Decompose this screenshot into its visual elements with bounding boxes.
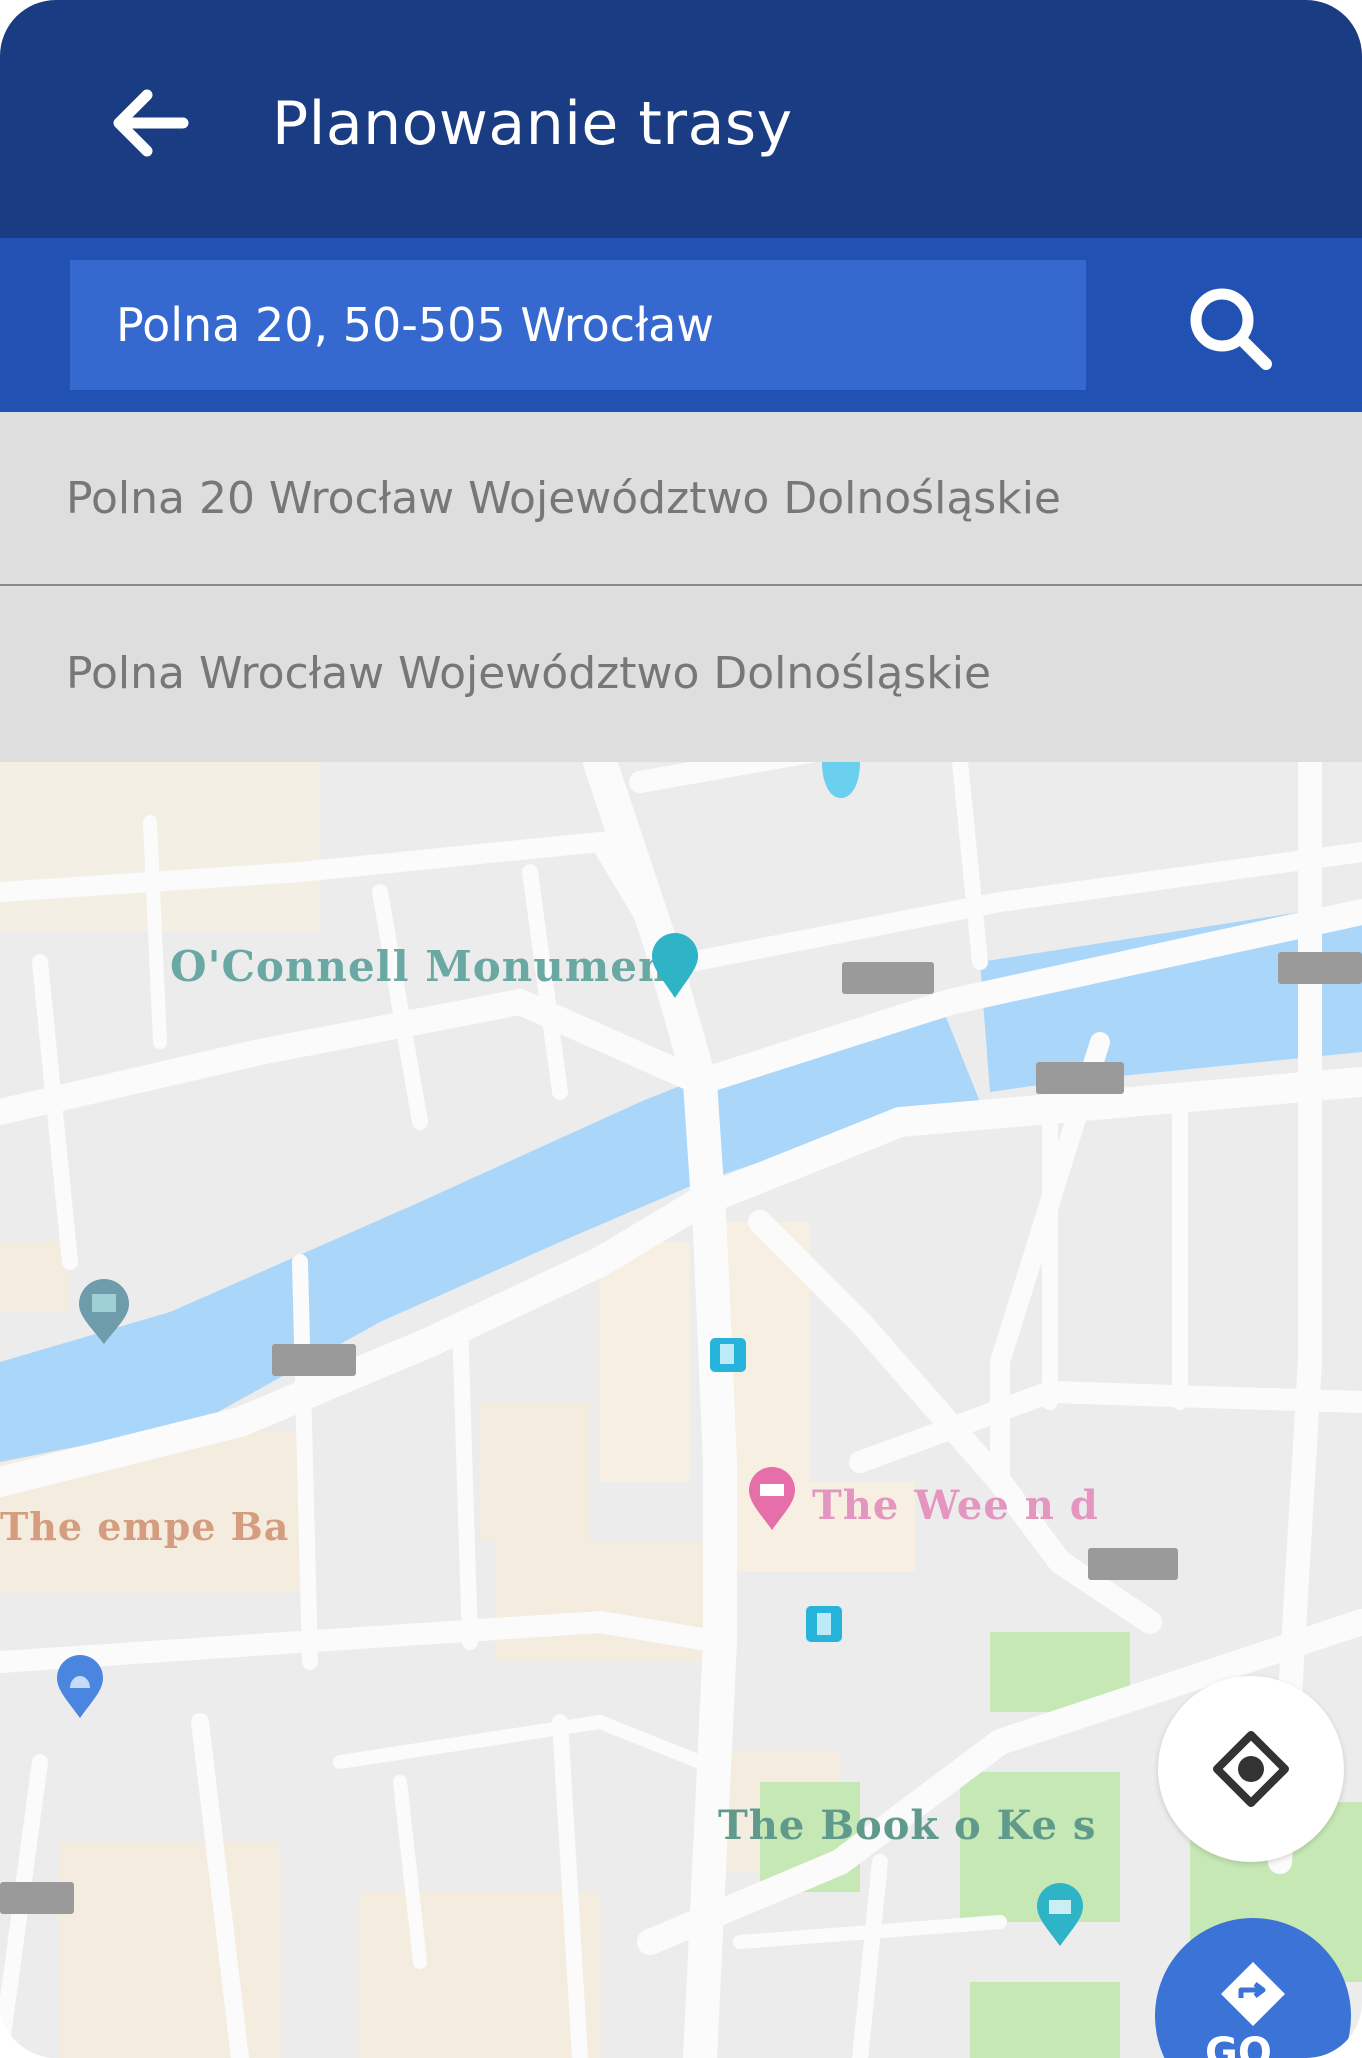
poi-pin-icon[interactable] [650, 932, 700, 1000]
map-building [0, 1242, 70, 1312]
go-label: GO [1205, 2030, 1272, 2058]
search-button[interactable] [1175, 278, 1285, 378]
road-shield [0, 1882, 74, 1914]
map-building [60, 1842, 280, 2058]
arrow-left-icon [113, 89, 189, 157]
transit-icon[interactable] [708, 1336, 748, 1374]
suggestion-item[interactable]: Polna Wrocław Województwo Dolnośląskie [0, 586, 1362, 760]
map-label-book-of-kells: The Book o Ke s [718, 1802, 1097, 1849]
poi-pin-icon[interactable] [1034, 1882, 1086, 1948]
transit-icon[interactable] [804, 1604, 844, 1644]
my-location-icon [1213, 1731, 1289, 1807]
map-view[interactable]: O'Connell Monumen The Wee n d The empe B… [0, 762, 1362, 2058]
road-shield [272, 1344, 356, 1376]
map-park [970, 1982, 1120, 2058]
poi-pin-icon[interactable] [818, 762, 864, 800]
poi-pin-icon[interactable] [54, 1654, 106, 1720]
road-shield [1088, 1548, 1178, 1580]
my-location-button[interactable] [1158, 1676, 1344, 1862]
back-button[interactable] [100, 78, 200, 168]
poi-pin-icon[interactable] [76, 1278, 132, 1346]
map-label-weekend: The Wee n d [812, 1482, 1099, 1529]
app-screen: Planowanie trasy Polna 20 Wrocław Wojewó… [0, 0, 1362, 2058]
search-icon [1190, 288, 1272, 370]
search-bar [0, 238, 1362, 412]
road-shield [842, 962, 934, 994]
directions-icon [1221, 1962, 1285, 2026]
app-bar: Planowanie trasy [0, 0, 1362, 238]
poi-pin-icon[interactable] [746, 1466, 798, 1532]
map-label-temple-bar: The empe Ba [0, 1504, 290, 1549]
road-shield [1278, 952, 1362, 984]
suggestion-item[interactable]: Polna 20 Wrocław Województwo Dolnośląski… [0, 412, 1362, 586]
map-label-monument: O'Connell Monumen [170, 942, 670, 991]
page-title: Planowanie trasy [272, 89, 793, 159]
map-building [600, 1242, 690, 1482]
map-building [480, 1402, 590, 1542]
road-shield [1036, 1062, 1124, 1094]
suggestion-list: Polna 20 Wrocław Województwo Dolnośląski… [0, 412, 1362, 762]
search-input[interactable] [70, 260, 1086, 390]
